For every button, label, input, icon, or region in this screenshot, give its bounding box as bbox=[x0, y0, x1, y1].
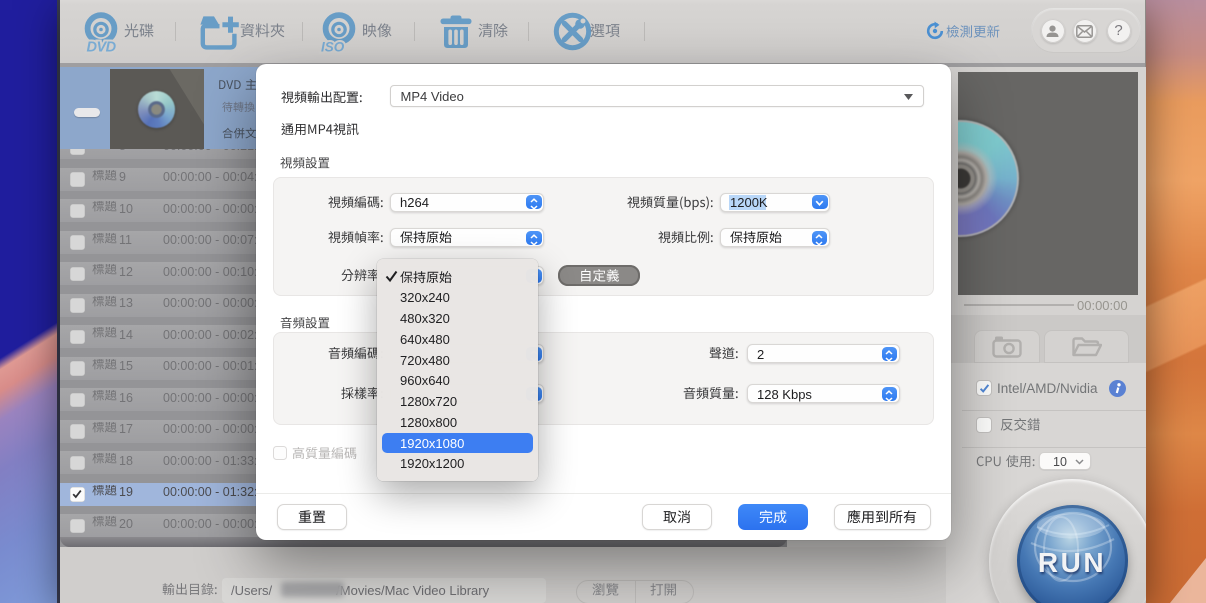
svg-text:DVD: DVD bbox=[87, 40, 117, 55]
svg-text:ISO: ISO bbox=[321, 40, 345, 55]
